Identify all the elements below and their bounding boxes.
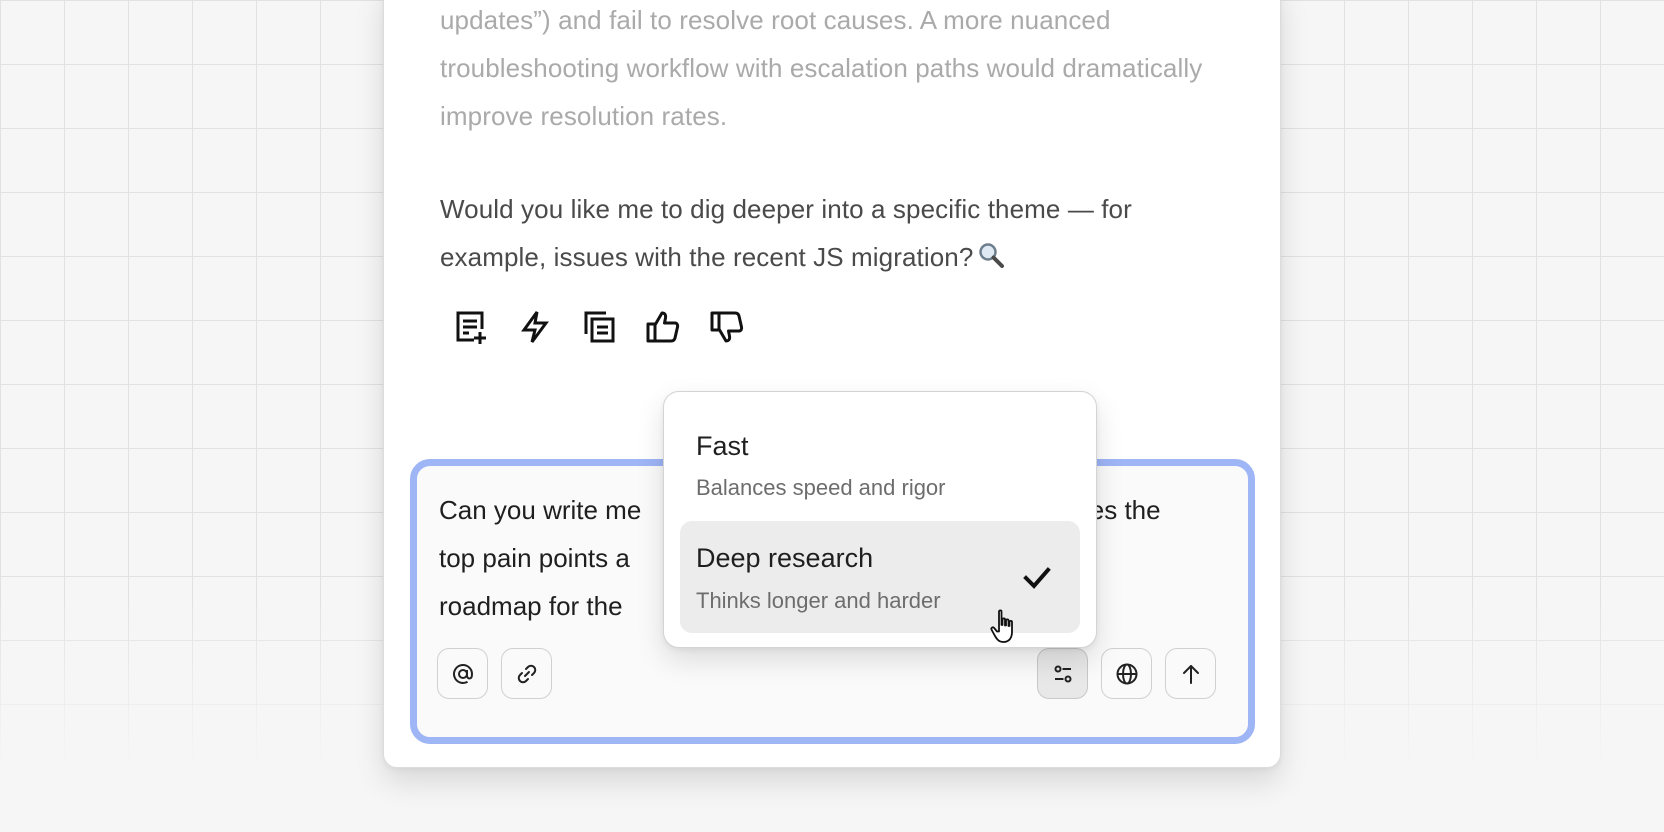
thumbs-up-button[interactable] (643, 307, 683, 347)
mode-option-label: Fast (696, 431, 749, 461)
mode-option-label: Deep research (696, 543, 874, 573)
mode-option-fast[interactable]: Fast Balances speed and rigor (680, 402, 1080, 514)
assistant-message-question: Would you like me to dig deeper into a s… (440, 185, 1230, 284)
composer-line-3-start: roadmap for the (439, 591, 623, 621)
mode-option-description: Balances speed and rigor (696, 475, 946, 500)
add-to-note-button[interactable] (451, 307, 491, 347)
assistant-message-previous: updates”) and fail to resolve root cause… (440, 5, 1203, 131)
composer-line-2-start: top pain points a (439, 543, 630, 573)
mode-settings-button[interactable] (1037, 648, 1088, 699)
hand-pointer-cursor-icon (990, 609, 1013, 643)
chat-panel: updates”) and fail to resolve root cause… (383, 0, 1281, 768)
add-to-note-icon (456, 311, 486, 344)
copy-icon (584, 311, 615, 343)
assistant-question-text: Would you like me to dig deeper into a s… (440, 194, 1132, 272)
mention-button[interactable] (437, 648, 488, 699)
composer-line-1-start: Can you write me (439, 495, 642, 525)
mode-option-description: Thinks longer and harder (696, 588, 941, 613)
copy-button[interactable] (579, 307, 619, 347)
message-actions (451, 305, 747, 349)
checkmark-icon (1023, 567, 1051, 589)
thumbs-down-button[interactable] (707, 307, 747, 347)
mode-dropdown-menu: Fast Balances speed and rigor Deep resea… (663, 391, 1097, 648)
mode-option-deep-research[interactable]: Deep research Thinks longer and harder (680, 521, 1080, 633)
mode-settings-icon (1054, 665, 1071, 682)
web-search-button[interactable] (1101, 648, 1152, 699)
regenerate-button[interactable] (515, 307, 555, 347)
thumbs-down-icon (710, 311, 744, 343)
mention-icon (452, 663, 473, 684)
globe-icon (1116, 663, 1137, 684)
attachment-icon (517, 664, 536, 683)
send-arrow-icon (1182, 664, 1199, 684)
lightning-icon (521, 311, 549, 343)
send-button[interactable] (1165, 648, 1216, 699)
thumbs-up-icon (646, 311, 680, 343)
attach-link-button[interactable] (501, 648, 552, 699)
magnifier-icon (977, 236, 1005, 284)
